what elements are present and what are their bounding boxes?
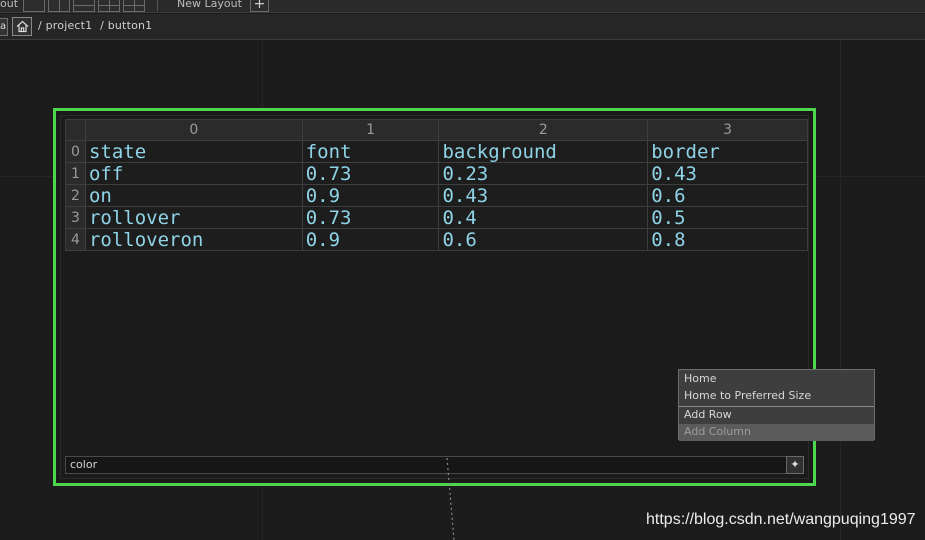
table-cell[interactable]: on — [84, 184, 303, 207]
home-button[interactable] — [12, 17, 32, 36]
column-header[interactable]: 0 — [84, 119, 303, 141]
table-cell[interactable]: 0.8 — [647, 228, 808, 251]
menu-item-home-preferred-size[interactable]: Home to Preferred Size — [679, 388, 874, 405]
table-row: 3 rollover 0.73 0.4 0.5 — [65, 206, 808, 229]
layout-bar: out New Layout + — [0, 0, 925, 13]
menu-item-add-row[interactable]: Add Row — [679, 407, 874, 424]
table-cell[interactable]: 0.5 — [647, 206, 808, 229]
breadcrumb: / project1 / button1 — [38, 19, 156, 32]
table-cell[interactable]: 0.9 — [301, 228, 440, 251]
layout-split-h-button[interactable] — [73, 0, 95, 12]
breadcrumb-item-button1[interactable]: / button1 — [100, 19, 152, 32]
home-icon — [16, 20, 29, 33]
dat-table: 0 1 2 3 0 state font background border 1… — [65, 119, 808, 251]
row-index[interactable]: 3 — [65, 206, 86, 229]
table-cell[interactable]: 0.43 — [647, 162, 808, 185]
layout-separator — [157, 0, 158, 11]
table-row: 2 on 0.9 0.43 0.6 — [65, 184, 808, 207]
row-index[interactable]: 1 — [65, 162, 86, 185]
back-button-label: ar — [0, 21, 7, 32]
breadcrumb-item-project1[interactable]: / project1 — [38, 19, 92, 32]
row-index[interactable]: 4 — [65, 228, 86, 251]
table-cell[interactable]: 0.6 — [438, 228, 649, 251]
table-row: 4 rolloveron 0.9 0.6 0.8 — [65, 228, 808, 251]
sparkle-icon: ✦ — [790, 458, 800, 471]
watermark: https://blog.csdn.net/wangpuqing1997 — [646, 511, 916, 528]
table-cell[interactable]: font — [301, 140, 440, 163]
table-cell[interactable]: 0.73 — [301, 206, 440, 229]
layout-quad-button[interactable] — [123, 0, 145, 12]
layout-single-button[interactable] — [23, 0, 45, 12]
menu-item-home[interactable]: Home — [679, 371, 874, 388]
row-index[interactable]: 2 — [65, 184, 86, 207]
row-index[interactable]: 0 — [65, 140, 86, 163]
command-input[interactable]: color — [65, 456, 790, 474]
table-cell[interactable]: 0.4 — [438, 206, 649, 229]
context-menu: Home Home to Preferred Size Add Row Add … — [678, 369, 875, 441]
table-cell[interactable]: rollover — [84, 206, 303, 229]
new-layout-label[interactable]: New Layout — [177, 0, 242, 10]
network-grid-line — [840, 40, 841, 540]
column-header-row: 0 1 2 3 — [65, 119, 808, 141]
layout-triple-button[interactable] — [98, 0, 120, 12]
table-cell[interactable]: 0.6 — [647, 184, 808, 207]
table-cell[interactable]: 0.23 — [438, 162, 649, 185]
path-bar: ar / project1 / button1 — [0, 14, 925, 40]
table-cell[interactable]: border — [647, 140, 808, 163]
table-row: 1 off 0.73 0.23 0.43 — [65, 162, 808, 185]
table-cell[interactable]: off — [84, 162, 303, 185]
table-cell[interactable]: state — [84, 140, 303, 163]
table-cell[interactable]: 0.43 — [438, 184, 649, 207]
table-cell[interactable]: 0.9 — [301, 184, 440, 207]
layout-bar-label: out — [0, 0, 19, 10]
connector-wire — [446, 458, 455, 540]
table-cell[interactable]: background — [438, 140, 649, 163]
table-corner — [65, 119, 86, 141]
table-cell[interactable]: 0.73 — [301, 162, 440, 185]
column-header[interactable]: 3 — [647, 119, 808, 141]
plus-icon: + — [253, 0, 266, 12]
table-cell[interactable]: rolloveron — [84, 228, 303, 251]
column-header[interactable]: 1 — [301, 119, 440, 141]
add-layout-button[interactable]: + — [250, 0, 269, 12]
layout-split-v-button[interactable] — [48, 0, 70, 12]
command-submit-button[interactable]: ✦ — [786, 456, 804, 474]
column-header[interactable]: 2 — [438, 119, 649, 141]
table-row: 0 state font background border — [65, 140, 808, 163]
back-button[interactable]: ar — [0, 18, 8, 36]
menu-item-add-column[interactable]: Add Column — [679, 424, 874, 441]
